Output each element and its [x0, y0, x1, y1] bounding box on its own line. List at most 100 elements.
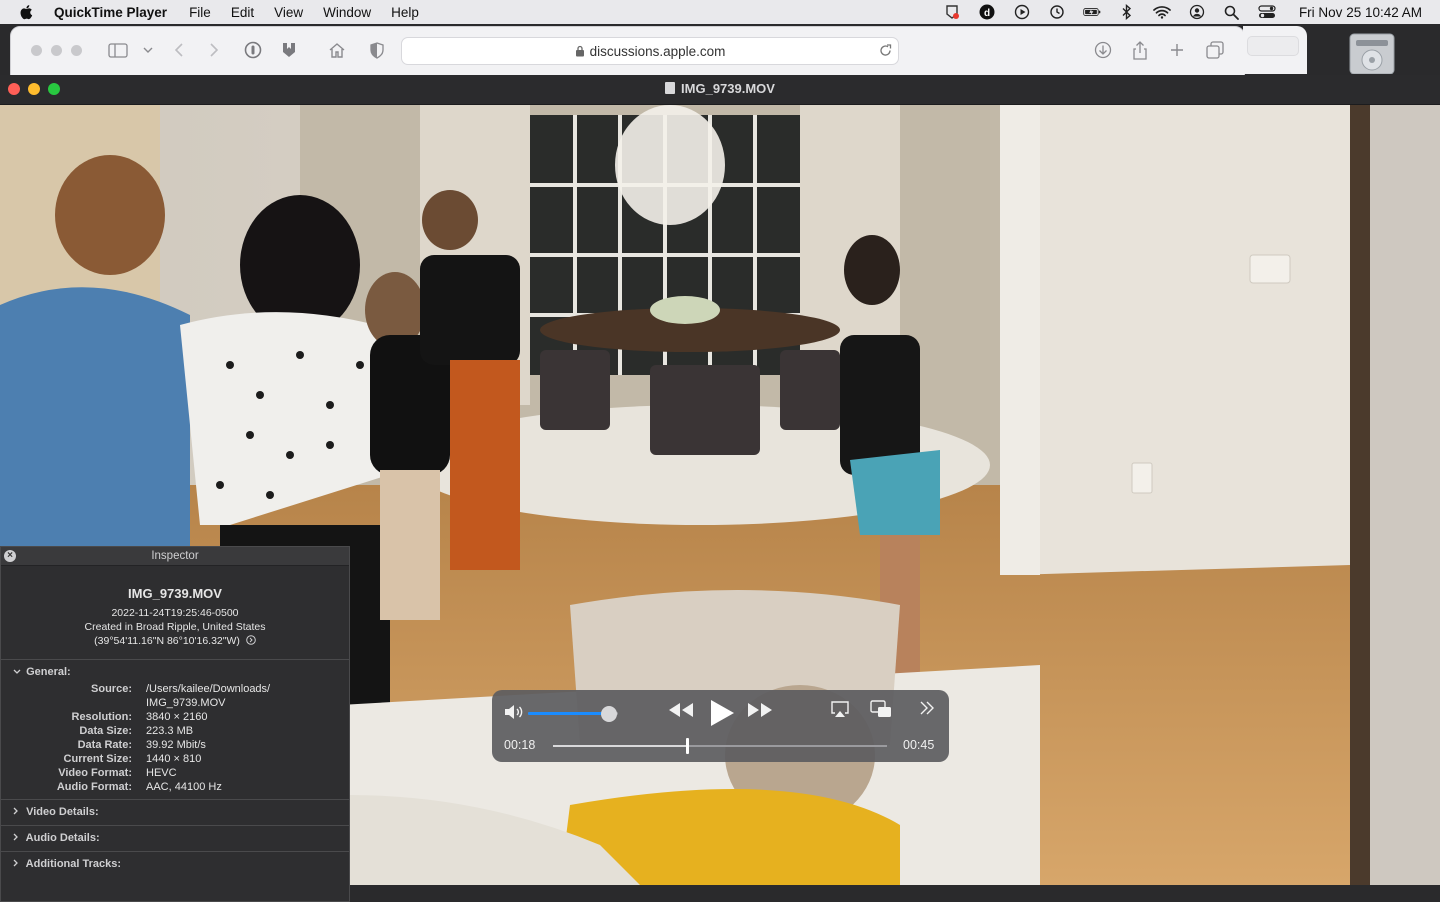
section-audio-label: Audio Details: — [25, 832, 100, 844]
detail-row: Current Size: 1440 × 810 — [1, 752, 349, 766]
detail-value: 3840 × 2160 — [146, 711, 208, 723]
airplay-icon[interactable] — [830, 700, 850, 718]
menubar-clock[interactable]: Fri Nov 25 10:42 AM — [1299, 5, 1422, 20]
battery-icon[interactable] — [1083, 4, 1101, 20]
chevron-right-icon — [13, 852, 23, 877]
general-details: Source: /Users/kailee/Downloads/ IMG_9739… — [1, 682, 349, 794]
d-app-icon[interactable]: d — [978, 4, 996, 20]
detail-key: Video Format: — [58, 767, 132, 779]
menu-help[interactable]: Help — [391, 5, 419, 20]
window-title: IMG_9739.MOV — [681, 81, 775, 96]
forward-icon[interactable] — [203, 39, 225, 61]
control-center-icon[interactable] — [1258, 4, 1276, 20]
section-audio-details[interactable]: Audio Details: — [1, 826, 349, 851]
shield-extension-icon[interactable] — [278, 39, 300, 61]
bluetooth-icon[interactable] — [1118, 4, 1136, 20]
detail-value: 223.3 MB — [146, 725, 194, 737]
wifi-icon[interactable] — [1153, 4, 1171, 20]
detail-row: Source: /Users/kailee/Downloads/ IMG_9739… — [1, 682, 349, 710]
section-additional-tracks[interactable]: Additional Tracks: — [1, 852, 349, 877]
url-text: discussions.apple.com — [589, 43, 726, 59]
timeline-progress — [553, 745, 687, 747]
lock-icon — [575, 45, 584, 57]
menu-bar: QuickTime Player File Edit View Window H… — [0, 0, 1440, 24]
rewind-button[interactable] — [667, 700, 695, 720]
chevron-right-icon — [13, 826, 23, 851]
privacy-shield-icon[interactable] — [366, 39, 388, 61]
section-tracks-label: Additional Tracks: — [25, 858, 122, 870]
sidebar-icon[interactable] — [107, 39, 129, 61]
chevron-down-icon[interactable] — [137, 39, 159, 61]
volume-knob[interactable] — [601, 706, 617, 722]
inspector-titlebar[interactable]: × Inspector — [1, 547, 349, 566]
detail-value: /Users/kailee/Downloads/ IMG_9739.MOV — [146, 683, 271, 709]
section-video-label: Video Details: — [26, 806, 99, 818]
volume-slider[interactable] — [528, 706, 618, 722]
user-account-icon[interactable] — [1188, 4, 1206, 20]
detail-key: Audio Format: — [56, 781, 132, 793]
menu-edit[interactable]: Edit — [231, 5, 254, 20]
inspector-location: Created in Broad Ripple, United States — [84, 621, 266, 633]
new-tab-icon[interactable] — [1166, 39, 1188, 61]
inspector-file-name: IMG_9739.MOV — [128, 586, 222, 601]
document-icon — [665, 82, 676, 94]
reload-icon[interactable] — [879, 44, 892, 57]
more-options-icon[interactable] — [918, 700, 936, 716]
inspector-panel: × Inspector IMG_9739.MOV 2022-11-24T19:2… — [0, 546, 350, 902]
detail-row: Data Size: 223.3 MB — [1, 724, 349, 738]
home-icon[interactable] — [326, 39, 348, 61]
timeline-scrubber[interactable] — [553, 738, 887, 754]
apple-menu-icon[interactable] — [18, 3, 36, 21]
detail-row: Resolution: 3840 × 2160 — [1, 710, 349, 724]
safari-zoom-button[interactable] — [71, 45, 82, 56]
inspector-coordinates: (39°54'11.16"N 86°10'16.32"W) — [94, 635, 240, 647]
detail-key: Resolution: — [71, 711, 133, 723]
menu-window[interactable]: Window — [323, 5, 371, 20]
shield-status-icon[interactable] — [943, 4, 961, 20]
menu-view[interactable]: View — [274, 5, 303, 20]
menu-file[interactable]: File — [189, 5, 211, 20]
detail-value: HEVC — [146, 767, 177, 779]
playhead[interactable] — [685, 738, 689, 754]
back-icon[interactable] — [168, 39, 190, 61]
safari-minimize-button[interactable] — [51, 45, 62, 56]
fast-forward-button[interactable] — [746, 700, 774, 720]
volume-icon[interactable] — [504, 704, 523, 720]
detail-key: Data Size: — [79, 725, 132, 737]
detail-value: AAC, 44100 Hz — [146, 781, 222, 793]
detail-row: Video Format: HEVC — [1, 766, 349, 780]
location-arrow-icon[interactable] — [246, 635, 256, 649]
password-extension-icon[interactable] — [242, 39, 264, 61]
inspector-close-icon[interactable]: × — [4, 550, 16, 562]
detail-row: Audio Format: AAC, 44100 Hz — [1, 780, 349, 794]
address-bar[interactable]: discussions.apple.com — [401, 37, 899, 65]
chevron-right-icon — [13, 800, 23, 825]
detail-row: Data Rate: 39.92 Mbit/s — [1, 738, 349, 752]
downloads-icon[interactable] — [1092, 39, 1114, 61]
detail-key: Source: — [91, 683, 132, 695]
tab-overview-icon[interactable] — [1204, 39, 1226, 61]
share-icon[interactable] — [1129, 39, 1151, 61]
current-time: 00:18 — [504, 738, 536, 752]
detail-key: Current Size: — [63, 753, 132, 765]
picture-in-picture-icon[interactable] — [870, 700, 892, 718]
detail-value: 1440 × 810 — [146, 753, 202, 765]
playback-controls: 00:18 00:45 — [492, 690, 949, 762]
app-menu[interactable]: QuickTime Player — [54, 5, 167, 20]
duration-time: 00:45 — [903, 738, 935, 752]
play-button[interactable] — [706, 698, 736, 728]
svg-text:d: d — [984, 8, 990, 19]
section-video-details[interactable]: Video Details: — [1, 800, 349, 825]
time-machine-icon[interactable] — [1048, 4, 1066, 20]
spotlight-search-icon[interactable] — [1223, 4, 1241, 20]
disk-drive-icon[interactable] — [1346, 30, 1398, 74]
detail-key: Data Rate: — [77, 739, 132, 751]
safari-window: discussions.apple.com — [10, 26, 1245, 76]
detail-value: 39.92 Mbit/s — [146, 739, 206, 751]
inspector-title: Inspector — [151, 550, 199, 562]
safari-close-button[interactable] — [31, 45, 42, 56]
play-circle-icon[interactable] — [1013, 4, 1031, 20]
inspector-date: 2022-11-24T19:25:46-0500 — [111, 607, 239, 619]
volume-level — [528, 712, 609, 715]
window-titlebar[interactable]: IMG_9739.MOV — [0, 75, 1440, 105]
